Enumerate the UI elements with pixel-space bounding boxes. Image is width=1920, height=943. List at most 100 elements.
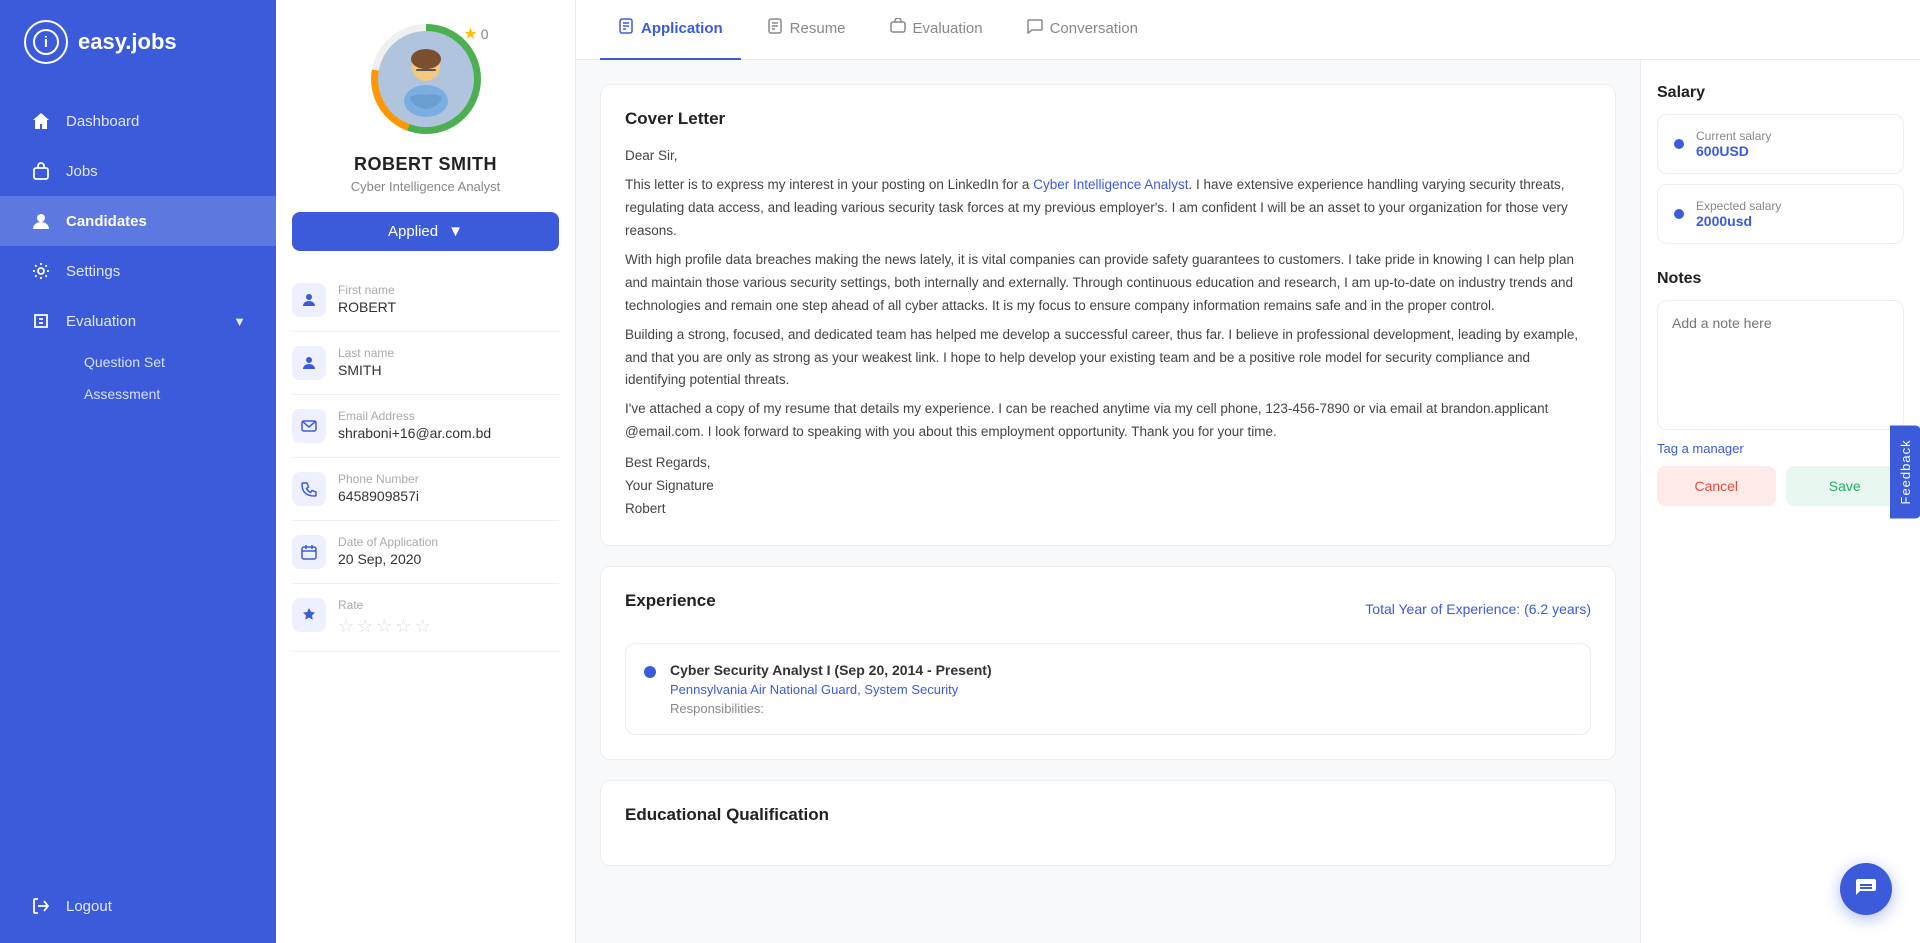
- sidebar-item-jobs[interactable]: Jobs: [0, 146, 276, 196]
- email-label: Email Address: [338, 409, 491, 423]
- expected-salary-card: Expected salary 2000usd: [1657, 184, 1904, 244]
- cover-letter-p1: This letter is to express my interest in…: [625, 174, 1591, 243]
- last-name-icon: [292, 346, 326, 380]
- experience-dot: [644, 666, 656, 678]
- first-name-field: First name ROBERT: [292, 269, 559, 332]
- tab-resume[interactable]: Resume: [749, 0, 864, 60]
- sidebar-item-settings-label: Settings: [66, 263, 120, 280]
- logo: i easy.jobs: [0, 0, 276, 84]
- star-icon: ★: [463, 24, 477, 44]
- salary-section: Salary Current salary 600USD Expected sa…: [1657, 84, 1904, 254]
- settings-icon: [30, 260, 52, 282]
- status-label: Applied: [388, 223, 438, 240]
- notes-input[interactable]: [1657, 300, 1904, 430]
- cover-letter-greeting: Dear Sir,: [625, 145, 1591, 168]
- tab-evaluation-label: Evaluation: [913, 20, 983, 37]
- cover-letter-card: Cover Letter Dear Sir, This letter is to…: [600, 84, 1616, 546]
- sidebar-item-jobs-label: Jobs: [66, 163, 98, 180]
- first-name-value: ROBERT: [338, 299, 396, 315]
- sidebar-item-candidates[interactable]: Candidates: [0, 196, 276, 246]
- avatar-wrapper: ★ 0: [371, 24, 481, 134]
- notes-section: Notes Tag a manager Cancel Save: [1657, 270, 1904, 506]
- star-4[interactable]: ☆: [395, 616, 411, 637]
- star-1[interactable]: ☆: [338, 616, 354, 637]
- rate-field: Rate ☆ ☆ ☆ ☆ ☆: [292, 584, 559, 652]
- date-value: 20 Sep, 2020: [338, 551, 438, 567]
- exp-job-title: Cyber Security Analyst I (Sep 20, 2014 -…: [670, 662, 992, 678]
- last-name-label: Last name: [338, 346, 394, 360]
- notes-title: Notes: [1657, 270, 1904, 288]
- tab-conversation[interactable]: Conversation: [1009, 0, 1156, 60]
- sidebar-item-evaluation[interactable]: Evaluation ▼ Question Set Assessment: [0, 296, 276, 424]
- date-field: Date of Application 20 Sep, 2020: [292, 521, 559, 584]
- application-content: Cover Letter Dear Sir, This letter is to…: [576, 60, 1640, 943]
- application-tab-icon: [618, 18, 634, 39]
- svg-text:i: i: [44, 34, 48, 51]
- star-3[interactable]: ☆: [376, 616, 392, 637]
- sidebar-item-logout-label: Logout: [66, 898, 112, 915]
- tabs-bar: Application Resume Evaluation Conversati…: [576, 0, 1920, 60]
- salary-title: Salary: [1657, 84, 1904, 102]
- phone-label: Phone Number: [338, 472, 419, 486]
- profile-star-rating: ★ 0: [463, 24, 488, 44]
- sidebar-item-question-set[interactable]: Question Set: [84, 346, 246, 378]
- current-salary-card: Current salary 600USD: [1657, 114, 1904, 174]
- experience-details: Cyber Security Analyst I (Sep 20, 2014 -…: [670, 662, 992, 716]
- tab-evaluation[interactable]: Evaluation: [872, 0, 1001, 60]
- sidebar-item-candidates-label: Candidates: [66, 213, 147, 230]
- chat-fab-button[interactable]: [1840, 863, 1892, 915]
- right-panel: Salary Current salary 600USD Expected sa…: [1640, 60, 1920, 943]
- rate-label: Rate: [338, 598, 431, 612]
- sidebar-item-dashboard-label: Dashboard: [66, 113, 139, 130]
- tab-resume-label: Resume: [790, 20, 846, 37]
- jobs-icon: [30, 160, 52, 182]
- logo-text: easy.jobs: [78, 29, 177, 55]
- first-name-label: First name: [338, 283, 396, 297]
- candidate-title: Cyber Intelligence Analyst: [351, 179, 501, 194]
- expected-salary-dot: [1674, 209, 1684, 219]
- sidebar-item-evaluation-label: Evaluation: [66, 313, 136, 330]
- star-count: 0: [481, 26, 489, 42]
- cover-letter-p3: Building a strong, focused, and dedicate…: [625, 324, 1591, 393]
- experience-card: Experience Total Year of Experience: (6.…: [600, 566, 1616, 760]
- total-years-label: Total Year of Experience:: [1365, 601, 1520, 617]
- sidebar-item-dashboard[interactable]: Dashboard: [0, 96, 276, 146]
- sidebar-bottom: Logout: [0, 881, 276, 931]
- cover-letter-p4: I've attached a copy of my resume that d…: [625, 398, 1591, 444]
- cover-letter-title: Cover Letter: [625, 109, 1591, 129]
- date-label: Date of Application: [338, 535, 438, 549]
- phone-icon: [292, 472, 326, 506]
- cancel-button[interactable]: Cancel: [1657, 466, 1776, 506]
- phone-field: Phone Number 6458909857i: [292, 458, 559, 521]
- feedback-tab[interactable]: Feedback: [1890, 425, 1920, 518]
- email-icon: [292, 409, 326, 443]
- home-icon: [30, 110, 52, 132]
- evaluation-subitems: Question Set Assessment: [30, 346, 246, 410]
- current-salary-label: Current salary: [1696, 129, 1771, 143]
- email-field: Email Address shraboni+16@ar.com.bd: [292, 395, 559, 458]
- star-2[interactable]: ☆: [357, 616, 373, 637]
- resume-tab-icon: [767, 18, 783, 39]
- sidebar: i easy.jobs Dashboard Jobs Candidates: [0, 0, 276, 943]
- star-5[interactable]: ☆: [415, 616, 431, 637]
- candidate-name: ROBERT SMITH: [354, 154, 497, 175]
- education-title: Educational Qualification: [625, 805, 1591, 825]
- main-content: Application Resume Evaluation Conversati…: [576, 0, 1920, 943]
- chevron-down-icon: ▼: [233, 314, 246, 329]
- save-button[interactable]: Save: [1786, 466, 1905, 506]
- tag-manager-link[interactable]: Tag a manager: [1657, 441, 1904, 456]
- tab-conversation-label: Conversation: [1050, 20, 1138, 37]
- status-dropdown[interactable]: Applied ▼: [292, 212, 559, 251]
- tab-application[interactable]: Application: [600, 0, 741, 60]
- sidebar-item-assessment[interactable]: Assessment: [84, 378, 246, 410]
- sidebar-item-settings[interactable]: Settings: [0, 246, 276, 296]
- sidebar-item-logout[interactable]: Logout: [0, 881, 276, 931]
- analyst-link[interactable]: Cyber Intelligence Analyst: [1033, 177, 1188, 192]
- experience-header: Experience Total Year of Experience: (6.…: [625, 591, 1591, 627]
- conversation-tab-icon: [1027, 18, 1043, 39]
- rate-stars[interactable]: ☆ ☆ ☆ ☆ ☆: [338, 616, 431, 637]
- logo-icon: i: [24, 20, 68, 64]
- total-years: (6.2 years): [1524, 601, 1591, 617]
- cover-letter-text: Dear Sir, This letter is to express my i…: [625, 145, 1591, 521]
- education-card: Educational Qualification: [600, 780, 1616, 866]
